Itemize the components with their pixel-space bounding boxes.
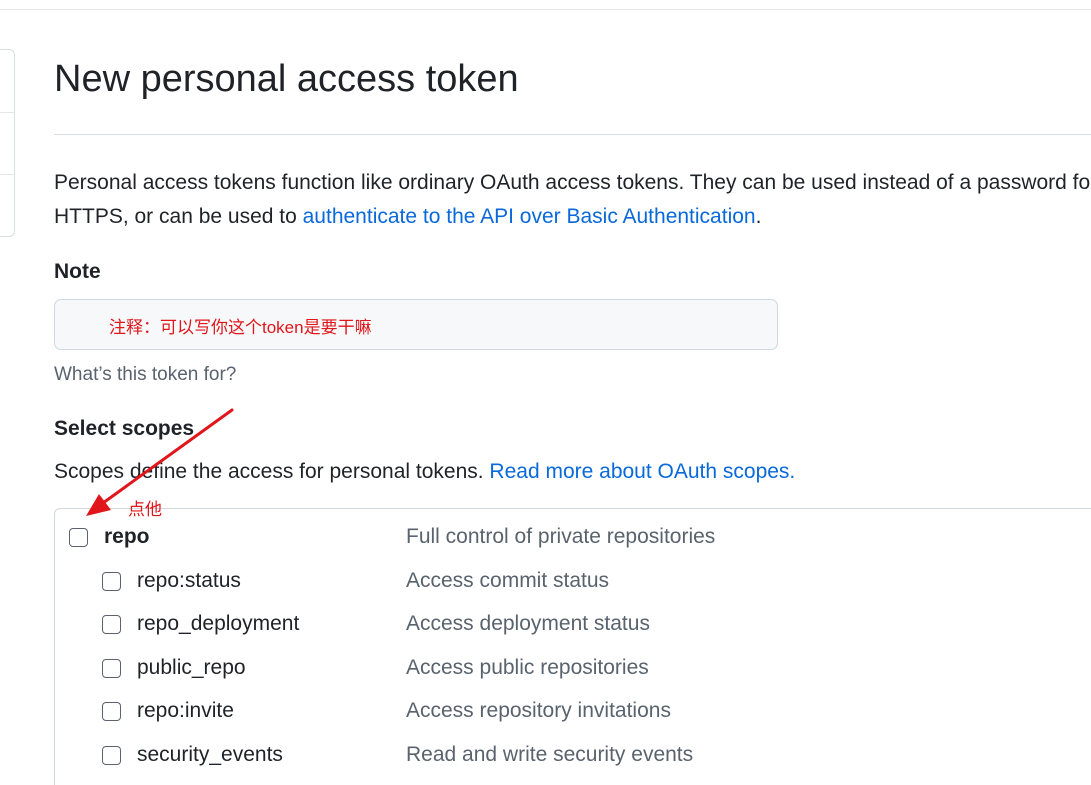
scope-row-security-events: security_events Read and write security … xyxy=(55,743,1091,785)
basic-auth-link[interactable]: authenticate to the API over Basic Authe… xyxy=(303,205,756,228)
scope-row-repo: repo Full control of private repositorie… xyxy=(55,525,1091,568)
intro-line-2-text: HTTPS, or can be used to xyxy=(54,205,303,228)
scope-description: Access commit status xyxy=(406,569,610,592)
scope-checkbox-public-repo[interactable] xyxy=(102,659,121,678)
scope-description: Full control of private repositories xyxy=(406,525,716,548)
scope-description: Access deployment status xyxy=(406,612,650,635)
note-annotation: 注释：可以写你这个token是要干嘛 xyxy=(109,318,372,337)
select-scopes-label: Select scopes xyxy=(54,417,195,440)
scope-name: repo:invite xyxy=(137,699,234,722)
scope-name: repo:status xyxy=(137,569,241,592)
scope-name: public_repo xyxy=(137,656,246,679)
side-nav-divider xyxy=(0,174,14,175)
scope-checkbox-repo-status[interactable] xyxy=(102,572,121,591)
scope-name: repo_deployment xyxy=(137,612,300,635)
intro-line-2-end: . xyxy=(755,205,762,228)
scope-checkbox-repo-deployment[interactable] xyxy=(102,615,121,634)
note-hint: What’s this token for? xyxy=(54,364,237,385)
scope-row-repo-invite: repo:invite Access repository invitation… xyxy=(55,699,1091,742)
intro-line-1: Personal access tokens function like ord… xyxy=(54,171,1091,194)
page-title: New personal access token xyxy=(54,58,519,100)
click-annotation: 点他 xyxy=(128,500,162,519)
scope-description: Access repository invitations xyxy=(406,699,671,722)
scopes-description-text: Scopes define the access for personal to… xyxy=(54,460,490,483)
scope-name: repo xyxy=(104,525,150,548)
scope-name: security_events xyxy=(137,743,283,766)
scopes-table: repo Full control of private repositorie… xyxy=(54,508,1091,785)
scope-description: Access public repositories xyxy=(406,656,649,679)
title-divider xyxy=(54,134,1091,135)
scope-checkbox-repo-invite[interactable] xyxy=(102,702,121,721)
intro-line-2: HTTPS, or can be used to authenticate to… xyxy=(54,200,1091,234)
main-content: New personal access token Personal acces… xyxy=(54,0,1091,785)
token-page: New personal access token Personal acces… xyxy=(0,0,1091,785)
scope-checkbox-repo[interactable] xyxy=(69,528,88,547)
side-nav-divider xyxy=(0,112,14,113)
settings-side-nav xyxy=(0,49,15,237)
scope-description: Read and write security events xyxy=(406,743,694,766)
oauth-scopes-link[interactable]: Read more about OAuth scopes. xyxy=(489,460,795,483)
scope-checkbox-security-events[interactable] xyxy=(102,746,121,765)
scope-row-public-repo: public_repo Access public repositories xyxy=(55,656,1091,699)
note-input[interactable]: 注释：可以写你这个token是要干嘛 xyxy=(54,299,778,350)
intro-text: Personal access tokens function like ord… xyxy=(54,166,1091,234)
note-label: Note xyxy=(54,260,101,283)
scope-row-repo-deployment: repo_deployment Access deployment status xyxy=(55,612,1091,655)
scopes-description: Scopes define the access for personal to… xyxy=(54,460,795,484)
scope-row-repo-status: repo:status Access commit status xyxy=(55,569,1091,612)
